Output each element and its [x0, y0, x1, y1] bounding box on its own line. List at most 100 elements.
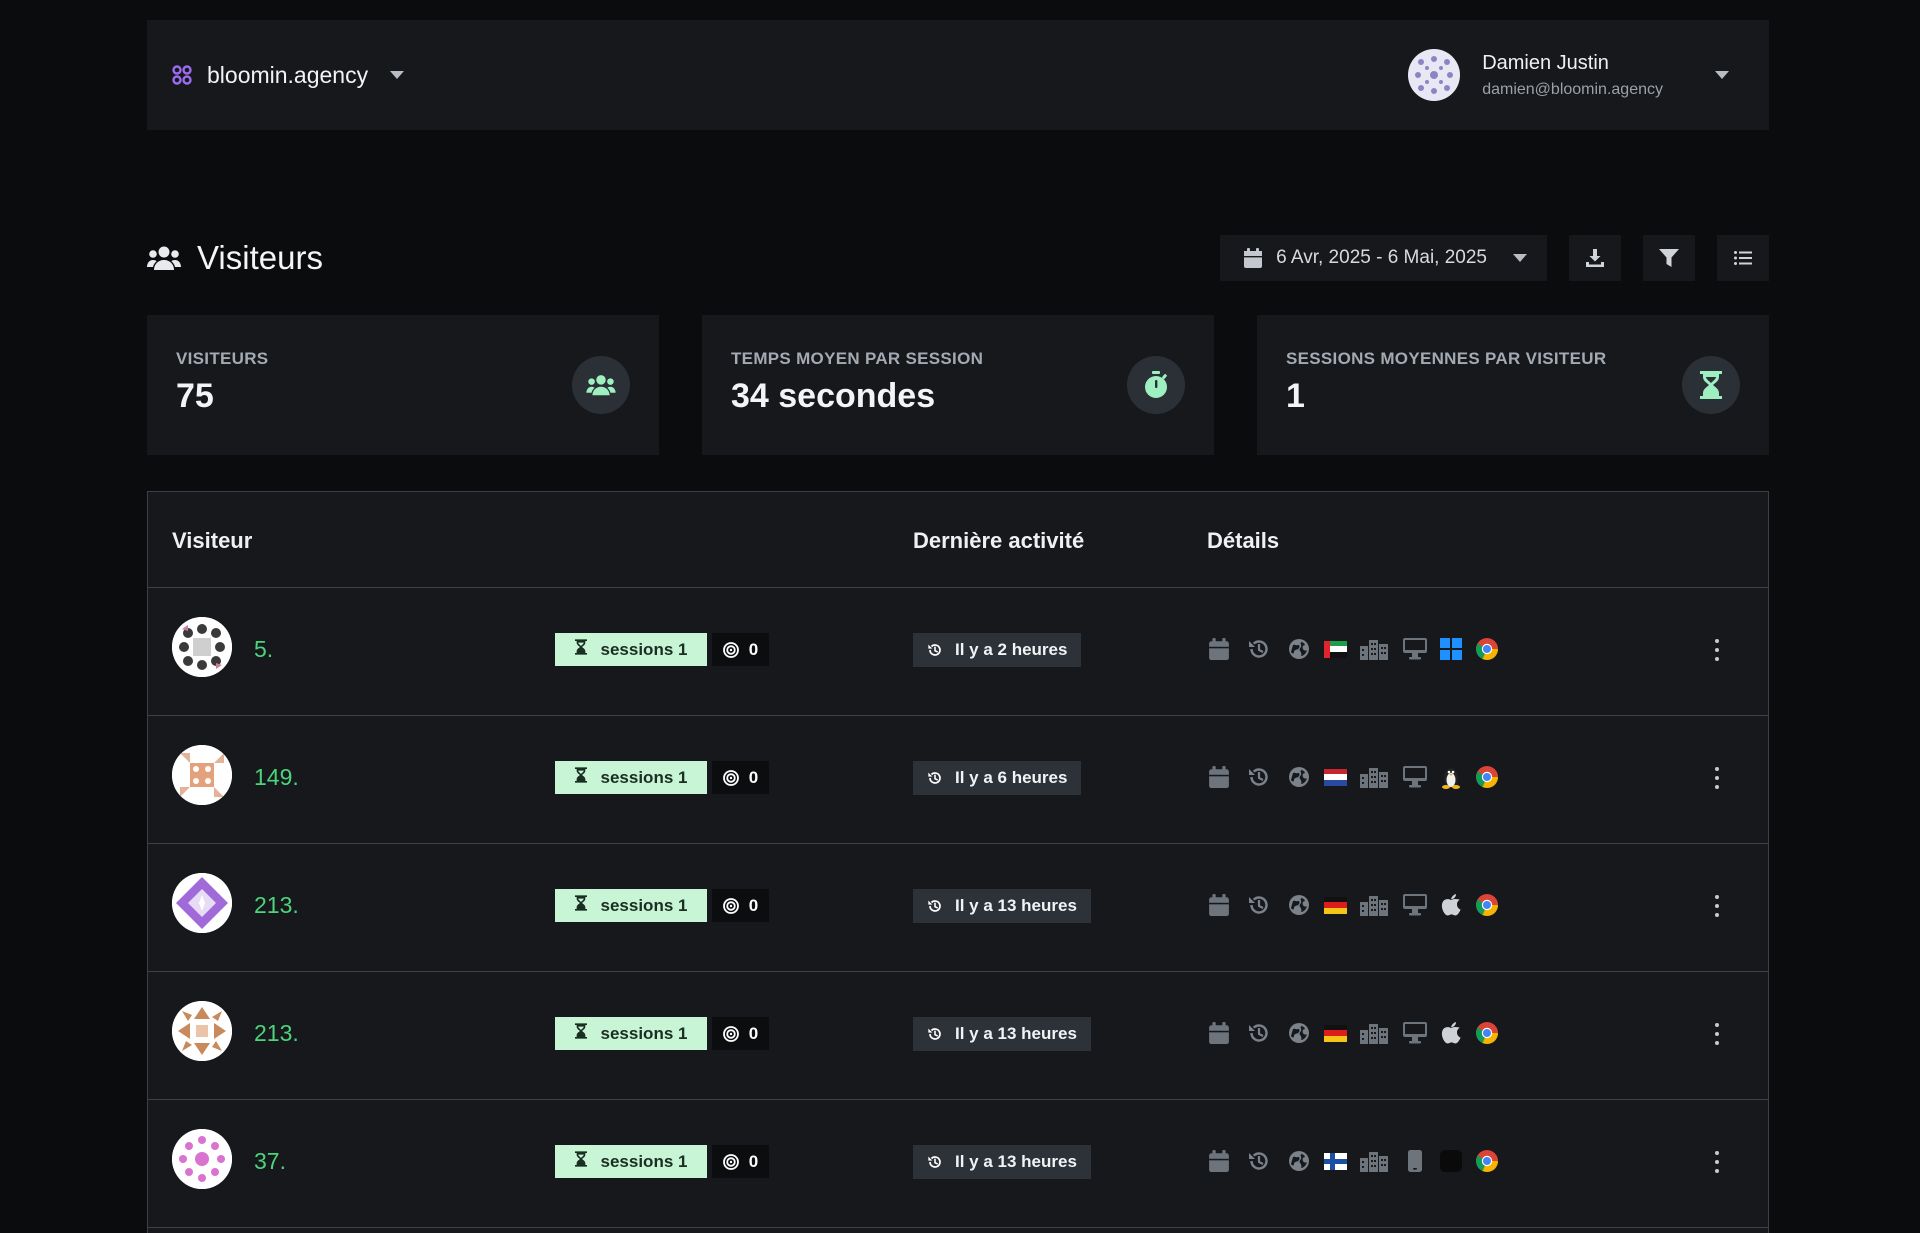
users-icon: [147, 246, 181, 270]
mobile-icon[interactable]: [1403, 1149, 1427, 1173]
goals-badge: 0: [712, 889, 769, 922]
windows-os-icon[interactable]: [1439, 637, 1463, 661]
globe-icon[interactable]: [1287, 1021, 1311, 1045]
more-options-icon[interactable]: [1712, 1148, 1722, 1176]
list-view-button[interactable]: [1717, 235, 1769, 281]
city-icon[interactable]: [1359, 765, 1389, 789]
globe-icon[interactable]: [1287, 893, 1311, 917]
user-name: Damien Justin: [1482, 51, 1609, 74]
table-row[interactable]: 149. sessions 1 0 Il y a 6 heures: [148, 716, 1768, 844]
history-icon: [927, 642, 943, 658]
desktop-icon[interactable]: [1403, 1021, 1427, 1045]
desktop-icon[interactable]: [1403, 637, 1427, 661]
country-flag-icon[interactable]: [1323, 1149, 1347, 1173]
users-icon: [572, 356, 630, 414]
more-options-icon[interactable]: [1712, 636, 1722, 664]
download-icon: [1586, 249, 1604, 267]
more-options-icon[interactable]: [1712, 764, 1722, 792]
calendar-icon[interactable]: [1207, 765, 1231, 789]
org-switcher[interactable]: bloomin.agency: [171, 61, 405, 89]
calendar-icon[interactable]: [1207, 1021, 1231, 1045]
target-icon: [722, 1025, 739, 1042]
visitor-details: [1207, 890, 1511, 920]
visitor-id-link[interactable]: 213.: [254, 892, 299, 919]
chevron-down-icon: [1513, 254, 1527, 262]
list-icon: [1734, 251, 1752, 265]
country-flag-icon[interactable]: [1323, 1021, 1347, 1045]
page-title-text: Visiteurs: [197, 239, 323, 276]
sessions-label: sessions 1: [600, 639, 688, 659]
history-icon[interactable]: [1247, 765, 1271, 789]
table-row[interactable]: 213. sessions 1 0 Il y a 13 heures: [148, 844, 1768, 972]
city-icon[interactable]: [1359, 893, 1389, 917]
more-options-icon[interactable]: [1712, 1020, 1722, 1048]
chrome-icon[interactable]: [1475, 1021, 1499, 1045]
goals-badge: 0: [712, 761, 769, 794]
country-flag-icon[interactable]: [1323, 765, 1347, 789]
download-button[interactable]: [1569, 235, 1621, 281]
hourglass-icon: [574, 639, 587, 660]
visitor-id-link[interactable]: 213.: [254, 1020, 299, 1047]
desktop-icon[interactable]: [1403, 765, 1427, 789]
country-flag-icon[interactable]: [1323, 893, 1347, 917]
goals-badge: 0: [712, 633, 769, 666]
more-options-icon[interactable]: [1712, 892, 1722, 920]
desktop-icon[interactable]: [1403, 893, 1427, 917]
target-icon: [722, 1153, 739, 1170]
calendar-icon[interactable]: [1207, 637, 1231, 661]
unknown-os-icon[interactable]: [1439, 1149, 1463, 1173]
sessions-badge: sessions 1: [555, 1017, 707, 1050]
calendar-icon: [1244, 248, 1263, 268]
goals-badge: 0: [712, 1017, 769, 1050]
globe-icon[interactable]: [1287, 765, 1311, 789]
filter-icon: [1659, 249, 1679, 267]
history-icon[interactable]: [1247, 1149, 1271, 1173]
column-header-details: Détails: [1207, 528, 1280, 553]
filter-button[interactable]: [1643, 235, 1695, 281]
hourglass-icon: [574, 895, 587, 916]
history-icon[interactable]: [1247, 637, 1271, 661]
visitor-id-link[interactable]: 37.: [254, 1148, 286, 1175]
table-row[interactable]: 213. sessions 1 0 Il y a 13 heures: [148, 972, 1768, 1100]
city-icon[interactable]: [1359, 1021, 1389, 1045]
visitor-details: [1207, 1146, 1511, 1176]
calendar-icon[interactable]: [1207, 1149, 1231, 1173]
chrome-icon[interactable]: [1475, 765, 1499, 789]
sessions-badge: sessions 1: [555, 633, 707, 666]
apple-os-icon[interactable]: [1439, 1021, 1463, 1045]
column-header-visitor[interactable]: Visiteur: [172, 528, 252, 554]
user-menu[interactable]: Damien Justin damien@bloomin.agency: [1408, 49, 1729, 101]
chevron-down-icon: [390, 71, 405, 79]
city-icon[interactable]: [1359, 637, 1389, 661]
page-title: Visiteurs: [147, 239, 323, 277]
apple-os-icon[interactable]: [1439, 893, 1463, 917]
linux-os-icon[interactable]: [1439, 765, 1463, 789]
goals-count: 0: [748, 639, 759, 659]
globe-icon[interactable]: [1287, 1149, 1311, 1173]
user-email: damien@bloomin.agency: [1482, 80, 1663, 98]
target-icon: [722, 897, 739, 914]
target-icon: [722, 641, 739, 658]
column-header-activity[interactable]: Dernière activité: [913, 528, 1084, 554]
chrome-icon[interactable]: [1475, 637, 1499, 661]
history-icon[interactable]: [1247, 1021, 1271, 1045]
visitor-id-link[interactable]: 149.: [254, 764, 299, 791]
last-activity-label: Il y a 6 heures: [955, 768, 1068, 787]
history-icon[interactable]: [1247, 893, 1271, 917]
goals-badge: 0: [712, 1145, 769, 1178]
table-row[interactable]: 5. sessions 1 0 Il y a 2 heures: [148, 588, 1768, 716]
history-icon: [927, 1154, 943, 1170]
calendar-icon[interactable]: [1207, 893, 1231, 917]
visitor-id-link[interactable]: 5.: [254, 636, 273, 663]
city-icon[interactable]: [1359, 1149, 1389, 1173]
date-range-picker[interactable]: 6 Avr, 2025 - 6 Mai, 2025: [1220, 235, 1547, 281]
org-name: bloomin.agency: [207, 61, 369, 88]
country-flag-icon[interactable]: [1323, 637, 1347, 661]
chrome-icon[interactable]: [1475, 1149, 1499, 1173]
globe-icon[interactable]: [1287, 637, 1311, 661]
table-row[interactable]: 37. sessions 1 0 Il y a 13 heures: [148, 1100, 1768, 1228]
top-bar: bloomin.agency Damien Justin damien@bloo…: [147, 20, 1769, 130]
stat-card-avg-time: TEMPS MOYEN PAR SESSION 34 secondes: [702, 315, 1214, 455]
header-actions: 6 Avr, 2025 - 6 Mai, 2025: [1220, 235, 1769, 281]
chrome-icon[interactable]: [1475, 893, 1499, 917]
